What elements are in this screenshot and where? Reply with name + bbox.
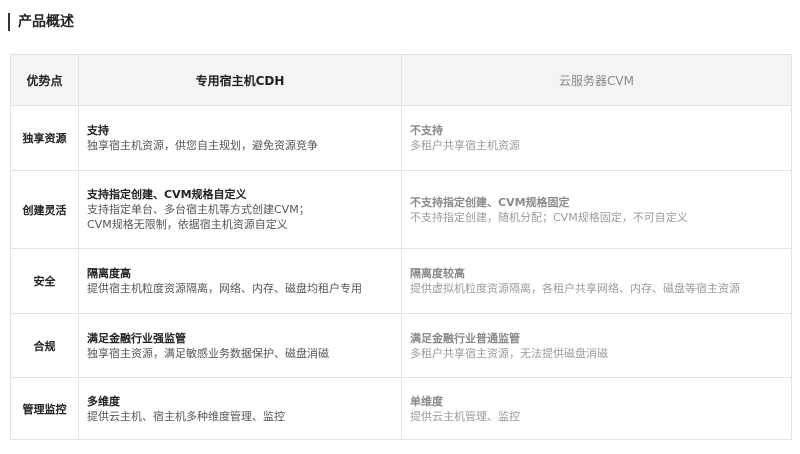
header-cvm: 云服务器CVM — [401, 54, 792, 106]
row-advantage-label: 安全 — [10, 248, 79, 314]
cvm-feature-desc: 提供云主机管理、监控 — [410, 409, 520, 423]
cvm-cell: 满足金融行业普通监管 多租户共享宿主资源，无法提供磁盘消磁 — [401, 313, 792, 378]
cdh-feature-desc: 支持指定单台、多台宿主机等方式创建CVM； — [87, 203, 310, 216]
cvm-cell: 隔离度较高 提供虚拟机粒度资源隔离，各租户共享网络、内存、磁盘等宿主资源 — [401, 248, 792, 314]
cvm-feature-title: 单维度 — [410, 394, 443, 408]
cvm-cell: 不支持指定创建、CVM规格固定 不支持指定创建，随机分配；CVM规格固定，不可自… — [401, 170, 792, 249]
cvm-feature-title: 不支持 — [410, 124, 443, 137]
cdh-cell: 满足金融行业强监管 独享宿主资源，满足敏感业务数据保护、磁盘消磁 — [78, 313, 402, 378]
cvm-feature-desc: 多租户共享宿主机资源 — [410, 139, 520, 152]
cdh-feature-title: 多维度 — [87, 394, 120, 408]
table-row: 创建灵活 支持指定创建、CVM规格自定义 支持指定单台、多台宿主机等方式创建CV… — [10, 170, 792, 249]
cvm-feature-desc: 提供虚拟机粒度资源隔离，各租户共享网络、内存、磁盘等宿主资源 — [410, 282, 740, 295]
cdh-feature-title: 满足金融行业强监管 — [87, 331, 186, 345]
cdh-feature-desc: 提供宿主机粒度资源隔离，网络、内存、磁盘均租户专用 — [87, 282, 362, 295]
table-row: 管理监控 多维度 提供云主机、宿主机多种维度管理、监控 单维度 提供云主机管理、… — [10, 377, 792, 440]
cdh-feature-title: 支持指定创建、CVM规格自定义 — [87, 188, 247, 201]
row-advantage-label: 创建灵活 — [10, 170, 79, 249]
table-row: 合规 满足金融行业强监管 独享宿主资源，满足敏感业务数据保护、磁盘消磁 满足金融… — [10, 313, 792, 378]
cvm-feature-title: 不支持指定创建、CVM规格固定 — [410, 195, 570, 209]
row-advantage-label: 管理监控 — [10, 377, 79, 440]
cvm-feature-desc: 不支持指定创建，随机分配；CVM规格固定，不可自定义 — [410, 210, 688, 224]
header-cdh: 专用宿主机CDH — [78, 54, 402, 106]
cdh-feature-desc: 独享宿主资源，满足敏感业务数据保护、磁盘消磁 — [87, 346, 329, 360]
cdh-cell: 隔离度高 提供宿主机粒度资源隔离，网络、内存、磁盘均租户专用 — [78, 248, 402, 314]
cvm-feature-desc: 多租户共享宿主资源，无法提供磁盘消磁 — [410, 346, 608, 360]
cvm-cell: 不支持 多租户共享宿主机资源 — [401, 105, 792, 171]
cvm-cell: 单维度 提供云主机管理、监控 — [401, 377, 792, 440]
cdh-cell: 多维度 提供云主机、宿主机多种维度管理、监控 — [78, 377, 402, 440]
cvm-feature-title: 隔离度较高 — [410, 267, 465, 280]
cvm-feature-title: 满足金融行业普通监管 — [410, 331, 520, 345]
cdh-cell: 支持指定创建、CVM规格自定义 支持指定单台、多台宿主机等方式创建CVM； CV… — [78, 170, 402, 249]
section-title: 产品概述 — [8, 13, 74, 31]
header-advantage: 优势点 — [10, 54, 79, 106]
row-advantage-label: 合规 — [10, 313, 79, 378]
table-row: 安全 隔离度高 提供宿主机粒度资源隔离，网络、内存、磁盘均租户专用 隔离度较高 … — [10, 248, 792, 314]
cdh-feature-desc: 独享宿主机资源，供您自主规划，避免资源竞争 — [87, 139, 318, 152]
cdh-feature-title: 支持 — [87, 124, 109, 137]
table-header-row: 优势点 专用宿主机CDH 云服务器CVM — [10, 54, 792, 106]
cdh-cell: 支持 独享宿主机资源，供您自主规划，避免资源竞争 — [78, 105, 402, 171]
row-advantage-label: 独享资源 — [10, 105, 79, 171]
table-row: 独享资源 支持 独享宿主机资源，供您自主规划，避免资源竞争 不支持 多租户共享宿… — [10, 105, 792, 171]
cdh-feature-title: 隔离度高 — [87, 267, 131, 280]
comparison-table: 优势点 专用宿主机CDH 云服务器CVM 独享资源 支持 独享宿主机资源，供您自… — [10, 54, 792, 440]
cdh-feature-desc: CVM规格无限制，依据宿主机资源自定义 — [87, 218, 288, 231]
cdh-feature-desc: 提供云主机、宿主机多种维度管理、监控 — [87, 409, 285, 423]
